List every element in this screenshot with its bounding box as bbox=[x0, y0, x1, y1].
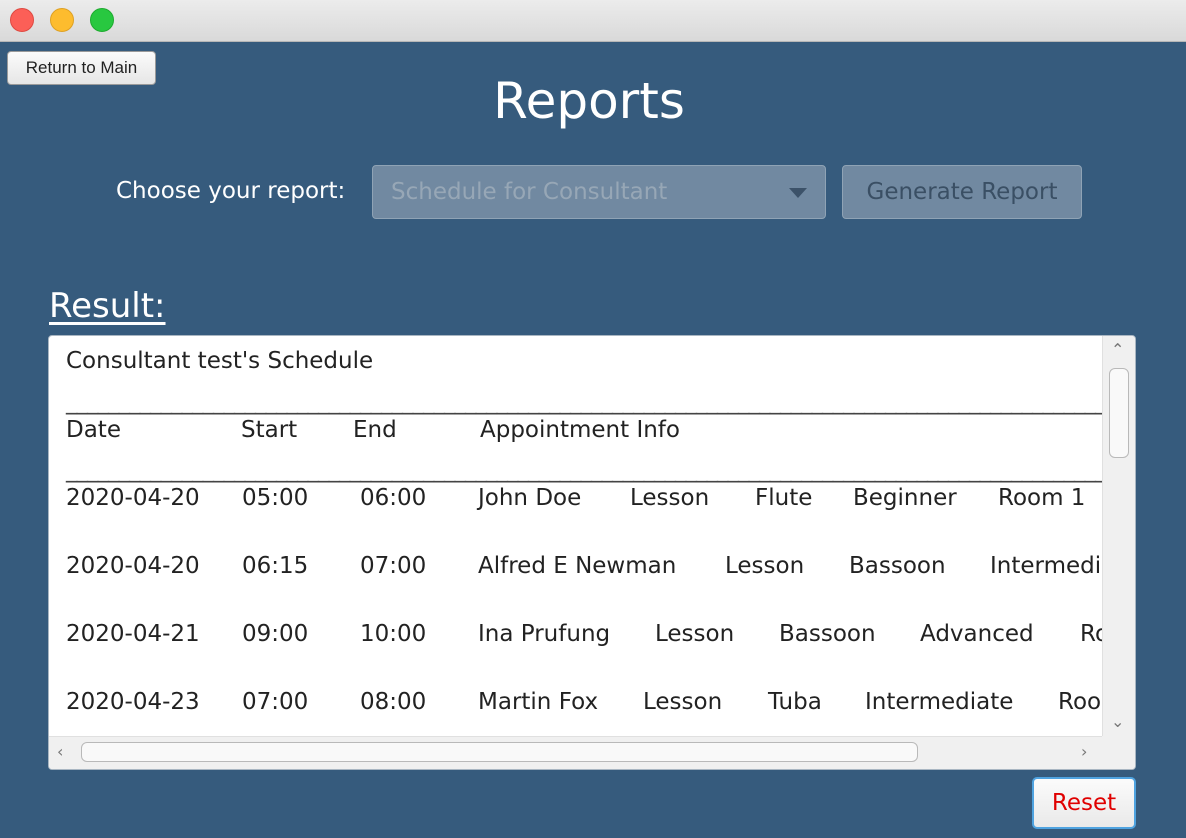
row-level: Intermediate bbox=[865, 689, 1014, 715]
separator-line: ________________________________________… bbox=[66, 457, 1103, 483]
page-title: Reports bbox=[493, 72, 685, 130]
row-client: Martin Fox bbox=[478, 689, 599, 715]
vertical-scrollbar[interactable]: ⌃ ⌄ bbox=[1102, 336, 1135, 737]
column-header-date: Date bbox=[66, 417, 121, 443]
column-header-end: End bbox=[353, 417, 397, 443]
schedule-heading: Consultant test's Schedule bbox=[66, 348, 374, 374]
row-level: Beginner bbox=[853, 485, 957, 511]
close-window-button[interactable] bbox=[10, 8, 34, 32]
row-end: 07:00 bbox=[360, 553, 427, 579]
row-end: 10:00 bbox=[360, 621, 427, 647]
row-end: 08:00 bbox=[360, 689, 427, 715]
row-date: 2020-04-20 bbox=[66, 485, 200, 511]
vertical-scroll-thumb[interactable] bbox=[1109, 368, 1129, 458]
row-instrument: Tuba bbox=[768, 689, 822, 715]
row-start: 05:00 bbox=[242, 485, 309, 511]
chevron-left-icon[interactable]: ‹ bbox=[57, 744, 63, 760]
row-date: 2020-04-21 bbox=[66, 621, 200, 647]
row-date: 2020-04-23 bbox=[66, 689, 200, 715]
row-instrument: Flute bbox=[755, 485, 813, 511]
report-select-value: Schedule for Consultant bbox=[391, 179, 668, 205]
separator-line: ________________________________________… bbox=[66, 389, 1103, 415]
row-date: 2020-04-20 bbox=[66, 553, 200, 579]
row-instrument: Bassoon bbox=[779, 621, 876, 647]
reset-button[interactable]: Reset bbox=[1032, 777, 1136, 829]
row-client: Alfred E Newman bbox=[478, 553, 677, 579]
row-room: Ro bbox=[1080, 621, 1103, 647]
row-level: Intermedi bbox=[990, 553, 1102, 579]
report-select-label: Choose your report: bbox=[116, 178, 346, 204]
row-room: Room 1 bbox=[998, 485, 1086, 511]
horizontal-scrollbar[interactable]: ‹ › bbox=[49, 736, 1103, 769]
result-label: Result: bbox=[49, 286, 166, 326]
row-start: 09:00 bbox=[242, 621, 309, 647]
row-instrument: Bassoon bbox=[849, 553, 946, 579]
generate-report-button[interactable]: Generate Report bbox=[842, 165, 1082, 219]
scrollbar-corner bbox=[1102, 736, 1135, 769]
column-header-start: Start bbox=[241, 417, 298, 443]
row-room: Roo bbox=[1058, 689, 1102, 715]
row-type: Lesson bbox=[655, 621, 735, 647]
row-start: 07:00 bbox=[242, 689, 309, 715]
minimize-window-button[interactable] bbox=[50, 8, 74, 32]
horizontal-scroll-thumb[interactable] bbox=[81, 742, 918, 762]
window-titlebar bbox=[0, 0, 1186, 42]
row-level: Advanced bbox=[920, 621, 1034, 647]
row-client: Ina Prufung bbox=[478, 621, 611, 647]
chevron-down-icon bbox=[789, 188, 807, 198]
row-client: John Doe bbox=[478, 485, 582, 511]
report-select-dropdown[interactable]: Schedule for Consultant bbox=[372, 165, 826, 219]
chevron-up-icon[interactable]: ⌃ bbox=[1111, 342, 1124, 358]
chevron-right-icon[interactable]: › bbox=[1081, 744, 1087, 760]
row-type: Lesson bbox=[630, 485, 710, 511]
column-header-info: Appointment Info bbox=[480, 417, 680, 443]
chevron-down-icon[interactable]: ⌄ bbox=[1111, 714, 1124, 730]
row-end: 06:00 bbox=[360, 485, 427, 511]
row-type: Lesson bbox=[643, 689, 723, 715]
row-type: Lesson bbox=[725, 553, 805, 579]
result-text-area[interactable]: Consultant test's Schedule _____________… bbox=[48, 335, 1136, 770]
result-content: Consultant test's Schedule _____________… bbox=[49, 336, 1103, 737]
maximize-window-button[interactable] bbox=[90, 8, 114, 32]
row-start: 06:15 bbox=[242, 553, 309, 579]
